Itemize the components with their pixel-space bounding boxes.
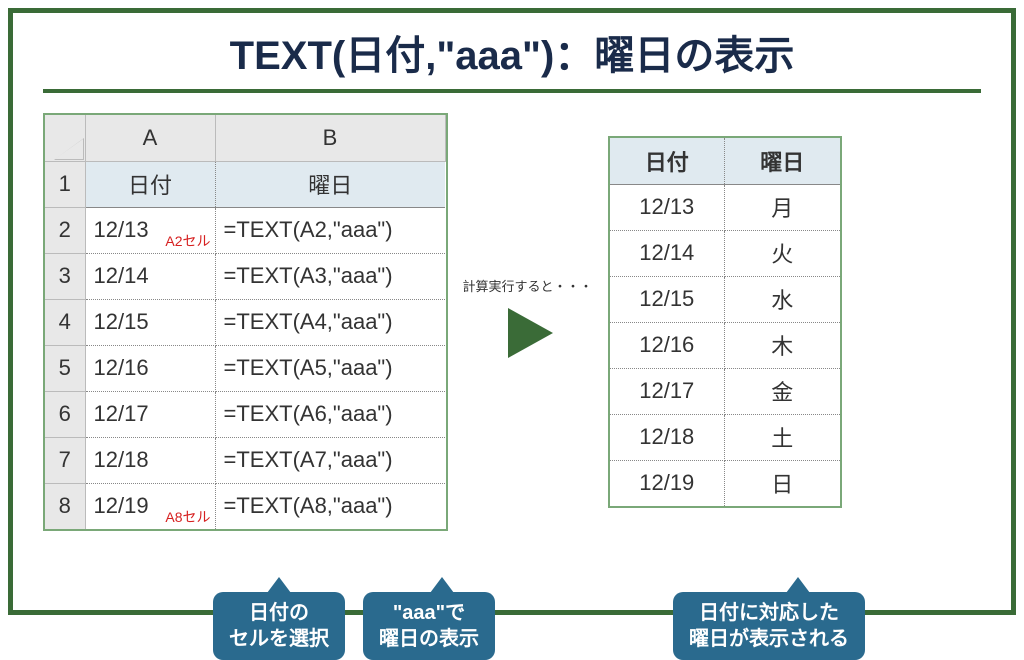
row-header: 2 <box>45 207 85 253</box>
row-header: 4 <box>45 299 85 345</box>
row-header: 6 <box>45 391 85 437</box>
callout-select-cell: 日付の セルを選択 <box>213 592 345 660</box>
date-cell: 12/17 <box>85 391 215 437</box>
row-header: 3 <box>45 253 85 299</box>
r-day: 月 <box>725 184 840 230</box>
date-cell: 12/18 <box>85 437 215 483</box>
slide-frame: TEXT(日付,"aaa")：曜日の表示 A B 1 日付 曜日 2 12/13… <box>8 8 1016 615</box>
row-header: 5 <box>45 345 85 391</box>
r-day: 日 <box>725 460 840 506</box>
callout-tail-icon <box>430 577 454 593</box>
slide-title: TEXT(日付,"aaa")：曜日の表示 <box>43 23 981 93</box>
r-day: 火 <box>725 230 840 276</box>
r-date: 12/19 <box>610 460 725 506</box>
cell-annotation: A2セル <box>165 231 210 251</box>
callout-tail-icon <box>786 577 810 593</box>
r-day: 水 <box>725 276 840 322</box>
r-day: 土 <box>725 414 840 460</box>
callout-aaa-format: "aaa"で 曜日の表示 <box>363 592 495 660</box>
r-day: 金 <box>725 368 840 414</box>
formula-cell: =TEXT(A6,"aaa") <box>215 391 445 437</box>
formula-cell: =TEXT(A5,"aaa") <box>215 345 445 391</box>
date-cell: 12/16 <box>85 345 215 391</box>
date-cell: 12/19A8セル <box>85 483 215 529</box>
row-header: 7 <box>45 437 85 483</box>
r-date: 12/14 <box>610 230 725 276</box>
select-all-corner <box>45 115 85 161</box>
header-day: 曜日 <box>215 161 445 207</box>
formula-table: A B 1 日付 曜日 2 12/13A2セル =TEXT(A2,"aaa") … <box>43 113 448 531</box>
callout-result: 日付に対応した 曜日が表示される <box>673 592 865 660</box>
arrow-area: 計算実行すると・・・ <box>463 276 593 368</box>
r-header-date: 日付 <box>610 138 725 184</box>
col-header-a: A <box>85 115 215 161</box>
row-header: 1 <box>45 161 85 207</box>
r-date: 12/16 <box>610 322 725 368</box>
content-area: A B 1 日付 曜日 2 12/13A2セル =TEXT(A2,"aaa") … <box>43 113 981 531</box>
col-header-b: B <box>215 115 445 161</box>
r-day: 木 <box>725 322 840 368</box>
callout-tail-icon <box>267 577 291 593</box>
r-date: 12/13 <box>610 184 725 230</box>
formula-cell: =TEXT(A8,"aaa") <box>215 483 445 529</box>
formula-cell: =TEXT(A2,"aaa") <box>215 207 445 253</box>
result-table: 日付 曜日 12/13月 12/14火 12/15水 12/16木 12/17金… <box>608 136 842 508</box>
header-date: 日付 <box>85 161 215 207</box>
arrow-label: 計算実行すると・・・ <box>463 276 593 295</box>
r-date: 12/18 <box>610 414 725 460</box>
formula-cell: =TEXT(A3,"aaa") <box>215 253 445 299</box>
r-date: 12/15 <box>610 276 725 322</box>
row-header: 8 <box>45 483 85 529</box>
formula-cell: =TEXT(A7,"aaa") <box>215 437 445 483</box>
play-arrow-icon <box>498 303 558 363</box>
date-cell: 12/15 <box>85 299 215 345</box>
r-header-day: 曜日 <box>725 138 840 184</box>
r-date: 12/17 <box>610 368 725 414</box>
cell-annotation: A8セル <box>165 507 210 527</box>
date-cell: 12/13A2セル <box>85 207 215 253</box>
formula-cell: =TEXT(A4,"aaa") <box>215 299 445 345</box>
date-cell: 12/14 <box>85 253 215 299</box>
